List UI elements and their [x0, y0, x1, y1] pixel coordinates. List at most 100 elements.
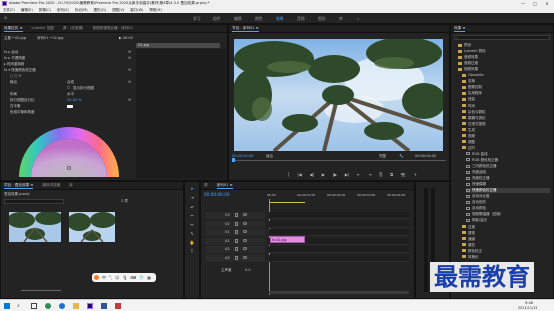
lock-icon[interactable]: [235, 255, 238, 260]
track-lane[interactable]: [269, 254, 409, 262]
playhead-marker[interactable]: [232, 158, 235, 162]
effect-row-fast-color-corrector[interactable]: fx ▾ 快速颜色校正器: [4, 68, 36, 73]
export-frame-button[interactable]: ⎘: [379, 172, 382, 178]
mask-tools[interactable]: ○ □ ✎: [10, 74, 22, 78]
effects-tree-item[interactable]: 视频限幅器（旧版）: [466, 212, 504, 217]
tab-lumetri-scopes[interactable]: Lumetri 范围: [32, 26, 54, 31]
track-header[interactable]: V3: [205, 212, 265, 219]
app-icon[interactable]: [115, 303, 121, 309]
taskbar-date[interactable]: 2021/11/12: [518, 306, 538, 310]
tab-libraries[interactable]: 库: [69, 183, 73, 188]
effects-tree-item[interactable]: 阴影/高光: [466, 218, 487, 223]
effects-tree-item[interactable]: 实用程序: [462, 91, 482, 96]
search-icon[interactable]: ⌕: [17, 303, 23, 309]
workspace-editing[interactable]: 编辑: [234, 16, 242, 22]
effects-tree-item[interactable]: 通道: [462, 237, 475, 242]
track-header[interactable]: V2: [205, 220, 265, 228]
timeline-timecode[interactable]: 00:00:00:00: [204, 192, 230, 197]
track-lane[interactable]: [269, 212, 409, 219]
master-track-value[interactable]: 0.0: [245, 268, 251, 272]
step-back-button[interactable]: ◀|: [310, 172, 314, 178]
effects-tree-item[interactable]: 颜色校正: [462, 249, 482, 254]
fit-select[interactable]: 适合: [266, 154, 273, 159]
eye-icon[interactable]: [243, 255, 247, 259]
menu-edit[interactable]: 编辑(E): [21, 8, 33, 13]
effects-tree-item[interactable]: 视频效果: [458, 67, 478, 72]
effects-tree-item[interactable]: 音频过渡: [458, 61, 478, 66]
effects-tree-item[interactable]: 生成: [462, 128, 475, 133]
reset-icon[interactable]: ⟲: [128, 50, 131, 54]
go-to-out-button[interactable]: ▶|: [345, 172, 349, 178]
eye-icon[interactable]: [243, 238, 247, 242]
pen-tool-icon[interactable]: ✎: [189, 231, 195, 237]
ime-language[interactable]: 中: [102, 275, 106, 281]
work-area-bar[interactable]: [269, 202, 305, 203]
effects-tree-item[interactable]: 杂色与颗粒: [462, 110, 486, 115]
project-thumbnail-2[interactable]: [69, 212, 115, 242]
menu-marker[interactable]: 标记(M): [75, 8, 88, 13]
menu-help[interactable]: 帮助(H): [149, 8, 161, 13]
go-to-in-button[interactable]: |◀: [297, 172, 301, 178]
effects-tree-item[interactable]: 音频效果: [458, 55, 478, 60]
play-button[interactable]: ▶: [322, 172, 325, 178]
effects-tree-item[interactable]: 自动对比度: [466, 194, 490, 199]
tab-project[interactable]: 项目：叠加效果 ≡: [4, 183, 34, 189]
white-balance-swatch[interactable]: [67, 105, 73, 108]
effects-tree-item[interactable]: 变换: [462, 79, 475, 84]
taskbar-clock[interactable]: 9:46: [525, 301, 533, 305]
selection-tool-icon[interactable]: ➤: [189, 186, 195, 192]
lock-icon[interactable]: [235, 213, 238, 217]
effects-tree-item[interactable]: RGB 颜色校正器: [466, 158, 498, 163]
step-forward-button[interactable]: |▶: [333, 172, 337, 178]
effects-tree-item[interactable]: 模糊与锐化: [462, 116, 486, 121]
timeline-horizontal-scrollbar[interactable]: [269, 291, 409, 294]
menu-window[interactable]: 窗口(W): [130, 8, 143, 13]
effects-tree-item[interactable]: RGB 曲线: [466, 152, 488, 157]
effects-tree-item[interactable]: 视频: [462, 134, 475, 139]
effects-tree-item[interactable]: 透视: [462, 231, 475, 236]
file-explorer-icon[interactable]: [73, 303, 79, 309]
track-header[interactable]: V1: [205, 229, 265, 236]
close-button[interactable]: ✕: [541, 0, 553, 7]
output-select[interactable]: 合成: [67, 80, 74, 85]
task-view-icon[interactable]: [31, 303, 37, 309]
lift-button[interactable]: ⇤: [357, 172, 360, 178]
premiere-taskbar-icon[interactable]: [87, 303, 93, 309]
effects-tree-item[interactable]: 亮度校正器: [466, 176, 490, 181]
type-tool-icon[interactable]: T: [189, 249, 195, 255]
ime-punctuation-icon[interactable]: °,: [109, 275, 112, 280]
lock-icon[interactable]: [235, 238, 238, 243]
effects-tree-item[interactable]: 快速模糊: [466, 182, 486, 187]
browser-icon[interactable]: [45, 303, 51, 309]
menu-clip[interactable]: 剪辑(C): [39, 8, 51, 13]
effects-tree-item[interactable]: 过时: [462, 146, 475, 151]
effects-tree-item[interactable]: Obsolete: [462, 73, 484, 77]
track-lane[interactable]: [269, 229, 409, 236]
workspace-effects[interactable]: 效果: [276, 16, 284, 22]
effects-tree-item[interactable]: 扭曲: [462, 97, 475, 102]
effect-row-time-remap[interactable]: ▸ 时间重映射: [4, 62, 24, 67]
workspace-learn[interactable]: 学习: [193, 16, 201, 22]
home-icon[interactable]: ⌂: [4, 15, 7, 21]
workspace-graphics[interactable]: 图形: [318, 16, 326, 22]
reset-icon[interactable]: ⟲: [128, 68, 131, 72]
tab-effects[interactable]: 效果 ≡: [454, 26, 466, 32]
maximize-button[interactable]: □: [529, 0, 541, 7]
tab-effect-controls[interactable]: 效果控件 ≡: [4, 26, 23, 32]
hand-tool-icon[interactable]: ✋: [189, 240, 195, 246]
word-icon[interactable]: [101, 303, 107, 309]
slip-tool-icon[interactable]: ↔: [189, 222, 195, 228]
ime-toolbar[interactable]: 中 °, ☺ 🎙 ⌨ 👕 ▦: [92, 273, 156, 282]
eye-icon[interactable]: [243, 247, 247, 250]
reset-icon[interactable]: ⟲: [128, 98, 131, 102]
time-marker[interactable]: ▶ 00:00: [119, 36, 133, 40]
eye-icon[interactable]: [243, 221, 247, 225]
razor-tool-icon[interactable]: ✂: [189, 213, 195, 219]
project-search-input[interactable]: [4, 199, 64, 204]
tab-sequence-01[interactable]: 序列01 ≡: [216, 183, 233, 189]
menu-file[interactable]: 文件(F): [3, 8, 15, 13]
add-button[interactable]: +: [414, 172, 417, 178]
effects-tree-item[interactable]: 三向颜色校正器: [466, 164, 497, 169]
effects-tree-item[interactable]: 预设: [458, 43, 471, 48]
project-thumbnail-1[interactable]: [9, 212, 61, 242]
